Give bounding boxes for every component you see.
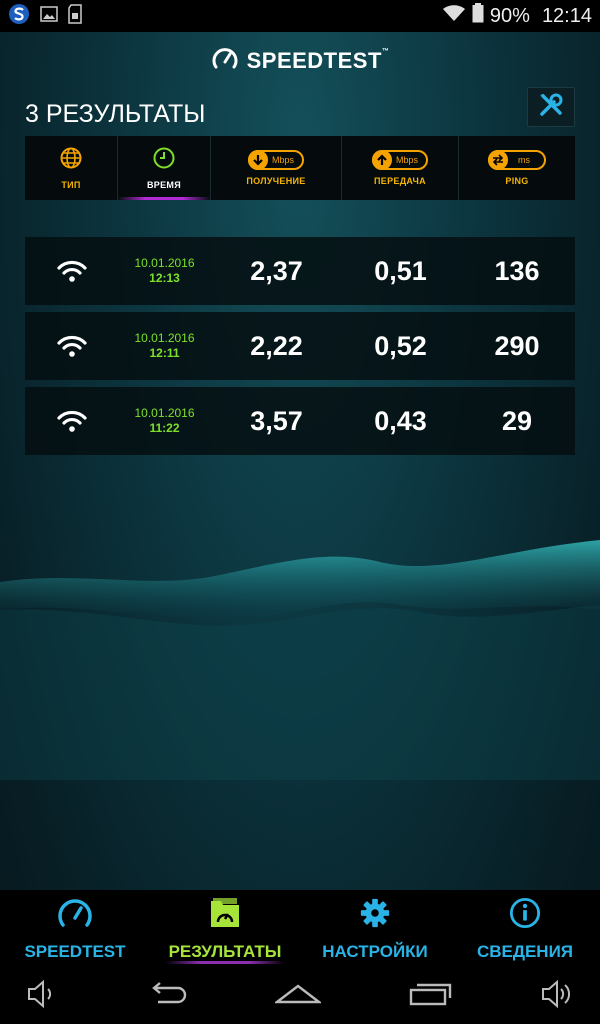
recent-apps-icon[interactable] bbox=[409, 980, 453, 1013]
back-icon[interactable] bbox=[146, 980, 188, 1013]
result-timestamp: 10.01.2016 12:13 bbox=[118, 256, 211, 286]
result-timestamp: 10.01.2016 11:22 bbox=[118, 406, 211, 436]
volume-up-icon[interactable] bbox=[540, 979, 574, 1014]
result-ping: 136 bbox=[494, 255, 540, 286]
brand-name: SPEEDTEST™ bbox=[246, 48, 390, 73]
upload-unit-badge: Mbps bbox=[371, 150, 428, 170]
nav-results-label: РЕЗУЛЬТАТЫ bbox=[168, 941, 282, 961]
nav-results[interactable]: РЕЗУЛЬТАТЫ bbox=[150, 890, 300, 968]
nav-settings-label: НАСТРОЙКИ bbox=[322, 941, 428, 961]
result-row[interactable]: 10.01.2016 11:22 3,57 0,43 29 bbox=[25, 387, 575, 455]
result-time: 12:13 bbox=[149, 271, 180, 285]
column-upload[interactable]: Mbps ПЕРЕДАЧА bbox=[342, 136, 459, 200]
nav-settings[interactable]: НАСТРОЙКИ bbox=[300, 890, 450, 968]
app-brand: SPEEDTEST™ bbox=[0, 44, 600, 78]
image-notification-icon bbox=[40, 5, 58, 27]
globe-icon bbox=[60, 147, 82, 174]
ping-unit: ms bbox=[518, 155, 530, 165]
battery-icon bbox=[472, 3, 484, 29]
column-time-label: ВРЕМЯ bbox=[147, 179, 181, 190]
tools-icon bbox=[538, 92, 564, 123]
wifi-icon bbox=[25, 260, 118, 282]
info-icon bbox=[508, 897, 542, 934]
download-unit: Mbps bbox=[271, 155, 294, 165]
column-download[interactable]: Mbps ПОЛУЧЕНИЕ bbox=[211, 136, 342, 200]
result-date: 10.01.2016 bbox=[134, 331, 195, 345]
result-time: 11:22 bbox=[149, 421, 180, 435]
particle-wave-decoration bbox=[0, 540, 600, 780]
results-list: 10.01.2016 12:13 2,37 0,51 136 10.01.201… bbox=[25, 237, 575, 462]
upload-icon bbox=[371, 150, 392, 170]
result-ping: 29 bbox=[501, 405, 533, 436]
speedometer-icon bbox=[211, 45, 239, 78]
result-upload: 0,43 bbox=[374, 405, 427, 436]
column-time[interactable]: ВРЕМЯ bbox=[118, 136, 211, 200]
wifi-signal-icon bbox=[442, 4, 466, 28]
page-title: 3 РЕЗУЛЬТАТЫ bbox=[25, 100, 206, 128]
system-navigation-bar bbox=[0, 968, 600, 1024]
nav-speedtest-label: SPEEDTEST bbox=[24, 941, 126, 961]
volume-down-icon[interactable] bbox=[26, 979, 58, 1014]
nav-speedtest[interactable]: SPEEDTEST bbox=[0, 890, 150, 968]
clock-icon bbox=[153, 147, 175, 174]
wifi-icon bbox=[25, 410, 118, 432]
results-column-header: ТИП ВРЕМЯ Mbps ПОЛУЧЕНИЕ Mbps ПЕРЕДАЧА m… bbox=[25, 136, 575, 200]
result-upload: 0,51 bbox=[374, 255, 427, 286]
ping-unit-badge: ms bbox=[488, 150, 546, 170]
clock-time: 12:14 bbox=[541, 4, 592, 27]
result-download: 2,37 bbox=[250, 255, 303, 286]
bottom-navigation: SPEEDTEST РЕЗУЛЬТАТЫ НАСТРОЙКИ СВЕДЕНИЯ bbox=[0, 890, 600, 968]
result-ping: 290 bbox=[494, 330, 540, 361]
upload-unit: Mbps bbox=[395, 155, 418, 165]
gear-icon bbox=[358, 897, 392, 934]
download-unit-badge: Mbps bbox=[247, 150, 304, 170]
column-ping-label: PING bbox=[505, 176, 529, 186]
wifi-icon bbox=[25, 335, 118, 357]
nav-info[interactable]: СВЕДЕНИЯ bbox=[450, 890, 600, 968]
result-date: 10.01.2016 bbox=[134, 256, 195, 270]
battery-percent: 90% bbox=[489, 4, 530, 27]
result-date: 10.01.2016 bbox=[134, 406, 195, 420]
nav-info-label: СВЕДЕНИЯ bbox=[476, 941, 574, 961]
result-timestamp: 10.01.2016 12:11 bbox=[118, 331, 211, 361]
result-time: 12:11 bbox=[149, 346, 180, 360]
result-download: 2,22 bbox=[250, 330, 303, 361]
column-type-label: ТИП bbox=[61, 179, 81, 190]
result-upload: 0,52 bbox=[374, 330, 427, 361]
column-ping[interactable]: ms PING bbox=[459, 136, 575, 200]
column-download-label: ПОЛУЧЕНИЕ bbox=[246, 176, 306, 186]
result-download: 3,57 bbox=[250, 405, 303, 436]
ping-icon bbox=[488, 150, 508, 170]
speedometer-icon bbox=[57, 897, 93, 934]
tools-button[interactable] bbox=[527, 87, 575, 127]
result-row[interactable]: 10.01.2016 12:13 2,37 0,51 136 bbox=[25, 237, 575, 305]
status-bar: 90% 12:14 bbox=[0, 0, 600, 32]
results-folder-icon bbox=[207, 897, 243, 934]
column-type[interactable]: ТИП bbox=[25, 136, 118, 200]
sd-card-notification-icon bbox=[68, 3, 82, 29]
app-notification-icon bbox=[8, 3, 30, 30]
result-row[interactable]: 10.01.2016 12:11 2,22 0,52 290 bbox=[25, 312, 575, 380]
download-icon bbox=[247, 150, 268, 170]
home-icon[interactable] bbox=[273, 982, 323, 1011]
column-upload-label: ПЕРЕДАЧА bbox=[374, 176, 426, 186]
